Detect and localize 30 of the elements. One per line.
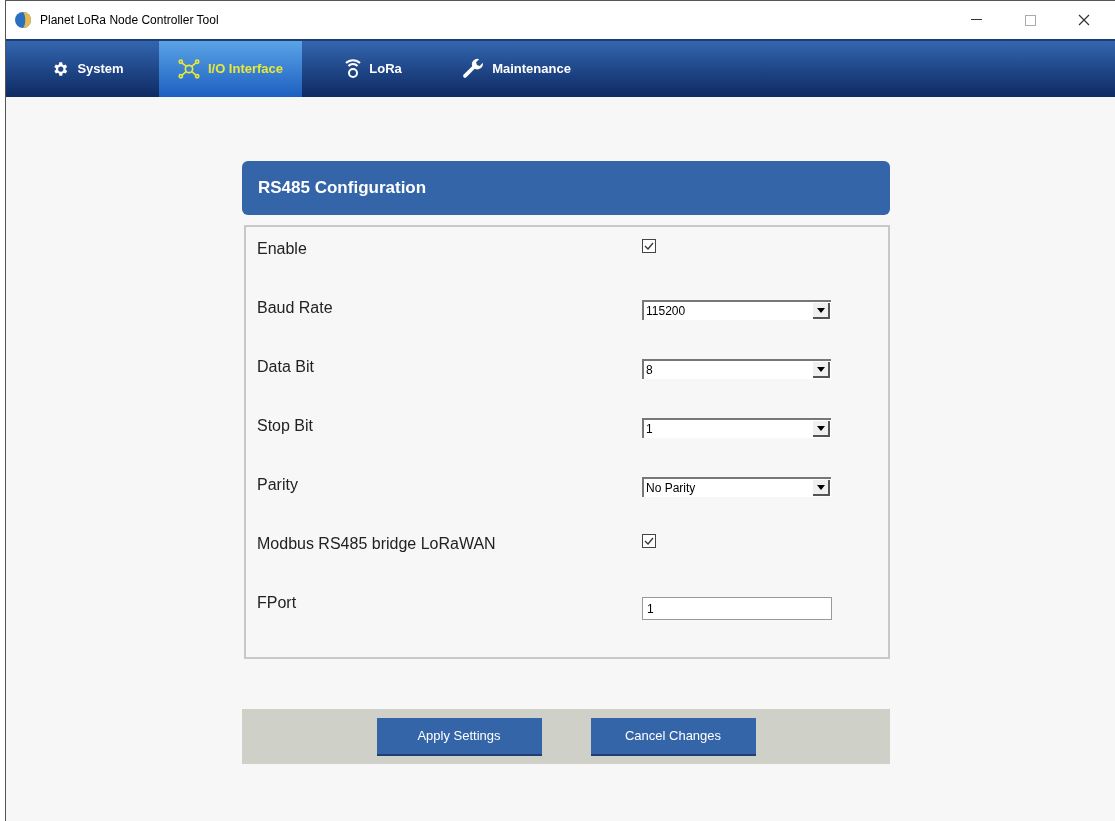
checkbox[interactable] [642, 534, 656, 548]
nav-tab[interactable]: LoRa [302, 41, 445, 97]
window-title: Planet LoRa Node Controller Tool [40, 12, 219, 29]
field-label: Modbus RS485 bridge LoRaWAN [257, 534, 497, 554]
nodes-icon [177, 59, 200, 79]
checkbox[interactable] [642, 239, 656, 253]
signal-icon [345, 59, 362, 79]
dropdown[interactable]: 8 [642, 359, 831, 379]
action-button[interactable]: Cancel Changes [590, 717, 756, 756]
field-label: Baud Rate [257, 298, 334, 318]
wrench-icon [462, 58, 485, 80]
app-logo-icon [14, 11, 32, 29]
field-label: Data Bit [257, 357, 315, 377]
field-label: FPort [257, 593, 298, 613]
minimize-icon [970, 19, 982, 21]
field-label: Parity [257, 475, 299, 495]
checkmark-icon [644, 537, 654, 545]
checkmark-icon [644, 242, 654, 250]
panel-title: RS485 Configuration [258, 177, 427, 200]
dropdown[interactable]: 115200 [642, 300, 831, 320]
input-field[interactable]: 1 [642, 597, 832, 620]
maximize-icon [1024, 14, 1036, 26]
field-label: Stop Bit [257, 416, 315, 436]
dropdown[interactable]: No Parity [642, 477, 831, 497]
close-icon [1078, 14, 1090, 26]
action-button[interactable]: Apply Settings [376, 717, 542, 756]
field-label: Enable [257, 239, 308, 259]
nav-tab[interactable]: Maintenance [445, 41, 588, 97]
nav-tab[interactable]: System [16, 41, 159, 97]
dropdown[interactable]: 1 [642, 418, 831, 438]
